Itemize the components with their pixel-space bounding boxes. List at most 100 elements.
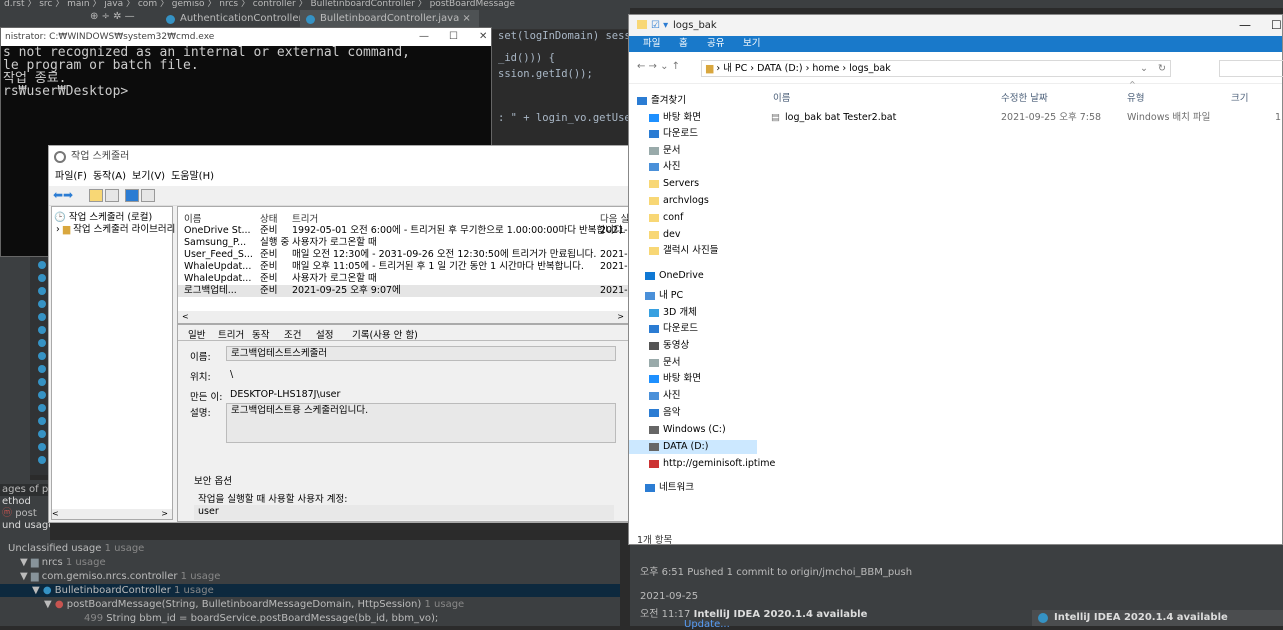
usages-post[interactable]: ⓜ post — [0, 508, 50, 520]
refresh-icon[interactable]: ↻ — [1158, 61, 1166, 77]
nav-item[interactable]: 사진 — [629, 389, 757, 403]
ribbon-view[interactable]: 보기 — [743, 36, 760, 52]
nav-item[interactable]: DATA (D:) — [629, 440, 757, 454]
gutter-marker-icon[interactable] — [38, 391, 46, 399]
tab-settings[interactable]: 설정 — [316, 327, 333, 341]
nav-item[interactable]: 바탕 화면 — [629, 372, 757, 386]
explorer-titlebar[interactable]: ☑ ▾ logs_bak — ☐ — [629, 15, 1282, 36]
quick-access-toolbar[interactable]: ☑ ▾ — [651, 15, 668, 36]
tree-node-nrcs[interactable]: ▼ ▆ nrcs 1 usage — [20, 556, 106, 569]
menu-file[interactable]: 파일(F) — [55, 171, 87, 182]
file-explorer-window[interactable]: ☑ ▾ logs_bak — ☐ 파일 홈 공유 보기 ← → ⌄ ↑ ▆ › … — [628, 14, 1283, 546]
ribbon-file[interactable]: 파일 — [635, 36, 669, 52]
close-button[interactable]: ✕ — [479, 28, 487, 46]
tab-bulletinboard-controller[interactable]: BulletinboardController.java × — [300, 10, 479, 28]
gutter-marker-icon[interactable] — [38, 339, 46, 347]
nav-item[interactable]: 다운로드 — [629, 322, 757, 336]
tree-scheduler-library[interactable]: › ▆ 작업 스케줄러 라이브러리 — [56, 221, 175, 235]
nav-item[interactable]: OneDrive — [629, 269, 757, 283]
tree-node-usage-line[interactable]: 499 String bbm_id = boardService.postBoa… — [84, 612, 438, 625]
nav-item[interactable]: 즐겨찾기 — [629, 94, 757, 108]
minimize-button[interactable]: — — [1239, 15, 1251, 36]
column-type[interactable]: 유형 — [1127, 90, 1144, 104]
menu-action[interactable]: 동작(A) — [93, 171, 126, 182]
task-scheduler-window[interactable]: 작업 스케줄러 파일(F) 동작(A) 보기(V) 도움말(H) ⬅➡ 🕒 작업 스케… — [48, 145, 632, 523]
update-link[interactable]: Update... — [684, 619, 730, 630]
crumb[interactable]: 내 PC — [723, 63, 747, 74]
back-forward-icon[interactable]: ⬅➡ — [53, 188, 73, 202]
nav-item[interactable]: http://geminisoft.iptime — [629, 457, 775, 471]
tab-conditions[interactable]: 조건 — [284, 327, 301, 341]
tab-general[interactable]: 일반 — [188, 327, 205, 341]
tree-node-class[interactable]: ▼ ● BulletinboardController 1 usage — [0, 584, 620, 597]
tab-history[interactable]: 기록(사용 안 함) — [352, 327, 418, 341]
gutter-marker-icon[interactable] — [38, 352, 46, 360]
properties-icon[interactable] — [105, 189, 119, 202]
tab-actions[interactable]: 동작 — [252, 327, 269, 341]
gutter-marker-icon[interactable] — [38, 313, 46, 321]
nav-item[interactable]: 문서 — [629, 144, 757, 158]
crumb[interactable]: logs_bak — [849, 63, 891, 74]
gutter-marker-icon[interactable] — [38, 326, 46, 334]
list-scrollbar[interactable]: < > — [178, 311, 630, 323]
nav-item[interactable]: archvlogs — [629, 194, 757, 208]
cmd-titlebar[interactable]: nistrator: C:₩WINDOWS₩system32₩cmd.exe —… — [1, 28, 491, 46]
gutter-marker-icon[interactable] — [38, 430, 46, 438]
task-row[interactable]: Samsung_P... 실행 중 사용자가 로그온할 때 — [178, 237, 630, 249]
column-status[interactable]: 상태 — [260, 211, 277, 225]
column-next-run[interactable]: 다음 실 — [600, 211, 629, 225]
pane-icon[interactable] — [141, 189, 155, 202]
gutter-marker-icon[interactable] — [38, 378, 46, 386]
explorer-file-list[interactable]: 이름 ^ 수정한 날짜 유형 크기 ▤ log_bak bat Tester2.… — [757, 80, 1283, 529]
maximize-button[interactable]: ☐ — [1271, 15, 1282, 36]
task-row[interactable]: WhaleUpdat... 준비 매일 오후 11:05에 - 트리거된 후 1 일… — [178, 261, 630, 273]
nav-item[interactable]: 동영상 — [629, 339, 757, 353]
task-name-field[interactable]: 로그백업테스트스케줄러 — [226, 346, 616, 361]
tree-scrollbar[interactable]: < > — [52, 509, 172, 519]
menu-help[interactable]: 도움말(H) — [171, 171, 214, 182]
dropdown-icon[interactable]: ⌄ — [1140, 61, 1148, 77]
gutter-marker-icon[interactable] — [38, 417, 46, 425]
gutter-marker-icon[interactable] — [38, 300, 46, 308]
update-notification[interactable]: IntelliJ IDEA 2020.1.4 available — [1032, 610, 1283, 626]
gutter-marker-icon[interactable] — [38, 443, 46, 451]
tree-node-unclassified[interactable]: Unclassified usage 1 usage — [8, 542, 144, 555]
gutter-marker-icon[interactable] — [38, 365, 46, 373]
nav-item[interactable]: 갤럭시 사진들 — [629, 244, 757, 258]
ribbon-share[interactable]: 공유 — [707, 36, 724, 52]
help-icon[interactable] — [125, 189, 139, 202]
nav-item[interactable]: Servers — [629, 177, 757, 191]
nav-item[interactable]: Windows (C:) — [629, 423, 757, 437]
nav-item[interactable]: 네트워크 — [629, 481, 757, 495]
nav-item[interactable]: conf — [629, 211, 757, 225]
column-name[interactable]: 이름 — [184, 211, 201, 225]
column-size[interactable]: 크기 — [1231, 90, 1248, 104]
gutter-marker-icon[interactable] — [38, 404, 46, 412]
nav-item[interactable]: 바탕 화면 — [629, 111, 757, 125]
maximize-button[interactable]: ☐ — [449, 28, 458, 46]
search-input[interactable] — [1219, 60, 1283, 77]
nav-item[interactable]: 음악 — [629, 406, 757, 420]
task-list[interactable]: 이름 상태 트리거 다음 실 OneDrive St... 준비 1992-05-0… — [177, 206, 631, 324]
tree-node-method[interactable]: ▼ ● postBoardMessage(String, Bulletinboa… — [44, 598, 464, 611]
nav-item[interactable]: dev — [629, 228, 757, 242]
nav-item[interactable]: 사진 — [629, 160, 757, 174]
nav-item[interactable]: 문서 — [629, 356, 757, 370]
task-row[interactable]: OneDrive St... 준비 1992-05-01 오전 6:00에 - 트리… — [178, 225, 630, 237]
column-date[interactable]: 수정한 날짜 — [1001, 90, 1048, 104]
nav-item[interactable]: 다운로드 — [629, 127, 757, 141]
tree-node-package[interactable]: ▼ ▆ com.gemiso.nrcs.controller 1 usage — [20, 570, 220, 583]
crumb[interactable]: DATA (D:) — [757, 63, 802, 74]
address-bar[interactable]: ▆ › 내 PC › DATA (D:) › home › logs_bak ⌄ ↻ — [701, 60, 1171, 77]
task-row-selected[interactable]: 로그백업테... 준비 2021-09-25 오후 9:07에 2021-0 — [178, 285, 630, 297]
ide-toolbar-icons[interactable]: ⊕ ÷ ✲ — — [90, 11, 135, 22]
tab-triggers[interactable]: 트리거 — [218, 327, 244, 341]
menu-view[interactable]: 보기(V) — [132, 171, 165, 182]
minimize-button[interactable]: — — [419, 28, 429, 46]
column-trigger[interactable]: 트리거 — [292, 211, 318, 225]
cmd-output[interactable]: s not recognized as an internal or exter… — [1, 46, 491, 98]
nav-arrows[interactable]: ← → ⌄ ↑ — [637, 61, 680, 72]
gutter-marker-icon[interactable] — [38, 274, 46, 282]
gutter-marker-icon[interactable] — [38, 261, 46, 269]
file-row[interactable]: ▤ log_bak bat Tester2.bat 2021-09-25 오후 … — [767, 111, 1281, 124]
